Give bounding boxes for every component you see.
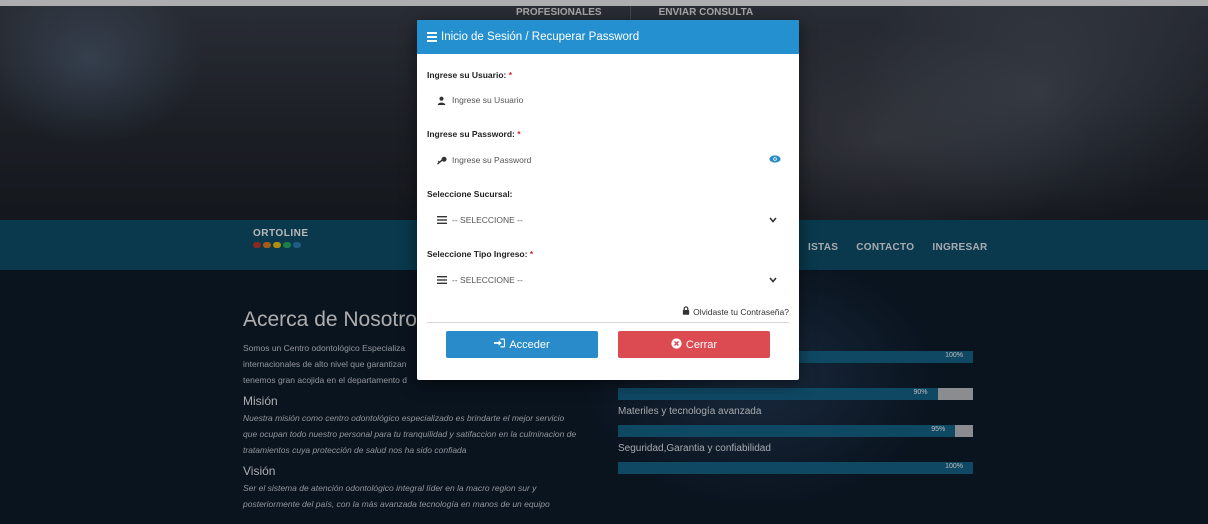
login-button[interactable]: Acceder: [446, 331, 598, 358]
list-icon: [437, 276, 449, 284]
branch-select-value: -- SELECCIONE --: [452, 215, 523, 225]
login-button-label: Acceder: [509, 338, 550, 351]
modal-header: Inicio de Sesión / Recuperar Password: [417, 20, 799, 54]
modal-title: Inicio de Sesión / Recuperar Password: [441, 31, 640, 43]
close-circle-icon: [671, 337, 682, 352]
password-input[interactable]: Ingrese su Password: [427, 149, 789, 171]
username-input[interactable]: Ingrese su Usuario: [427, 89, 789, 111]
type-select[interactable]: -- SELECCIONE --: [427, 269, 789, 291]
type-label: Seleccione Tipo Ingreso: *: [427, 249, 534, 259]
type-select-value: -- SELECCIONE --: [452, 275, 523, 285]
forgot-password-link[interactable]: Olvidaste tu Contraseña?: [682, 306, 789, 317]
login-modal: Inicio de Sesión / Recuperar Password In…: [417, 20, 799, 380]
password-label: Ingrese su Password: *: [427, 129, 521, 139]
username-placeholder: Ingrese su Usuario: [452, 95, 524, 105]
key-icon: [437, 156, 449, 165]
chevron-down-icon: [769, 275, 777, 285]
lock-icon: [682, 306, 690, 317]
password-placeholder: Ingrese su Password: [452, 155, 532, 165]
list-icon: [427, 32, 437, 42]
close-button[interactable]: Cerrar: [618, 331, 770, 358]
sign-in-icon: [494, 338, 506, 351]
user-icon: [437, 96, 449, 105]
user-label: Ingrese su Usuario: *: [427, 70, 513, 80]
branch-label: Seleccione Sucursal:: [427, 189, 513, 199]
close-button-label: Cerrar: [685, 338, 718, 351]
eye-icon[interactable]: [769, 155, 781, 165]
chevron-down-icon: [769, 215, 777, 225]
list-icon: [437, 216, 449, 224]
forgot-password-text: Olvidaste tu Contraseña?: [693, 306, 789, 317]
divider: [427, 322, 789, 323]
branch-select[interactable]: -- SELECCIONE --: [427, 209, 789, 231]
